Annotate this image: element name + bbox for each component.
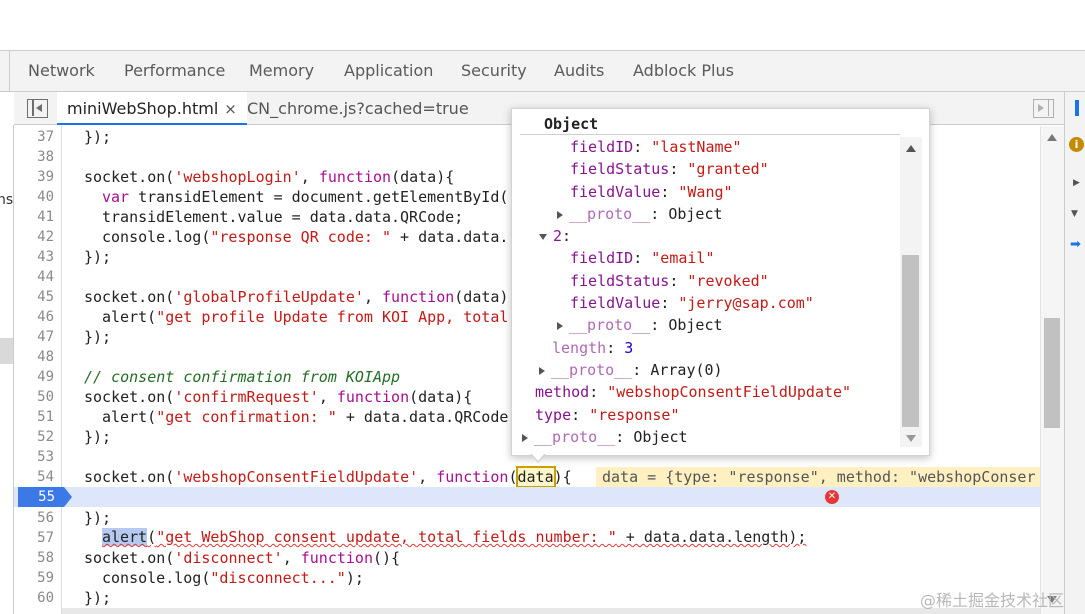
code-line: 58 socket.on('disconnect', function(){ xyxy=(37,549,401,567)
code-line: 57 xyxy=(37,530,54,546)
paused-code-line: 55 alert("get WebShop consent update, to… xyxy=(14,487,1040,546)
tab-memory[interactable]: Memory xyxy=(249,61,314,80)
error-icon[interactable]: ✕ xyxy=(825,490,839,504)
code-line: 54 socket.on('webshopConsentFieldUpdate',… xyxy=(14,466,1040,488)
code-line: 59 console.log("disconnect..."); xyxy=(37,569,364,587)
triangle-right-icon[interactable] xyxy=(522,433,528,442)
triangle-right-icon[interactable] xyxy=(557,210,563,219)
object-property-row[interactable]: fieldStatus: "revoked" xyxy=(570,270,769,292)
inline-value-preview[interactable]: data = {type: "response", method: "websh… xyxy=(596,467,1040,487)
code-line: 60}); xyxy=(37,589,112,607)
navigator-toggle-icon[interactable] xyxy=(27,99,48,118)
info-icon[interactable]: i xyxy=(1069,137,1084,152)
object-property-row[interactable]: fieldID: "email" xyxy=(570,247,715,269)
object-property-row[interactable]: method: "webshopConsentFieldUpdate" xyxy=(535,381,851,403)
scroll-down-icon[interactable] xyxy=(906,435,916,442)
file-tab-cn-chrome[interactable]: CN_chrome.js?cached=true xyxy=(247,92,469,125)
left-sidebar-selection xyxy=(0,338,13,364)
triangle-down-icon[interactable] xyxy=(539,233,547,240)
close-icon[interactable]: × xyxy=(224,93,237,126)
tab-performance[interactable]: Performance xyxy=(124,61,225,80)
editor-vertical-scrollbar[interactable] xyxy=(1040,126,1064,614)
panel-tabs-left-stub xyxy=(0,51,10,92)
tab-security[interactable]: Security xyxy=(461,61,527,80)
tab-network[interactable]: Network xyxy=(28,61,95,80)
object-property-row[interactable]: fieldValue: "Wang" xyxy=(570,181,733,203)
object-property-row[interactable]: __proto__: Array(0) xyxy=(539,359,723,381)
pause-indicator-icon[interactable] xyxy=(1075,100,1079,116)
current-frame-icon[interactable]: ➡ xyxy=(1070,237,1081,252)
watermark: @稀土掘金技术社区 xyxy=(920,591,1065,610)
debugger-side-strip: i ▶ ▼ ➡ xyxy=(1064,92,1085,614)
triangle-right-icon[interactable] xyxy=(557,321,563,330)
file-tab-label: miniWebShop.html xyxy=(67,99,219,118)
hovered-data-param[interactable]: data xyxy=(515,466,556,488)
popover-title: Object xyxy=(544,115,599,133)
popover-divider xyxy=(520,134,900,135)
object-property-row[interactable]: __proto__: Object xyxy=(557,203,723,225)
popover-scrollbar[interactable] xyxy=(900,137,922,447)
debugger-toggle-icon[interactable] xyxy=(1033,99,1054,118)
scrollbar-thumb[interactable] xyxy=(1044,318,1060,428)
code-line: 56}); xyxy=(37,509,112,527)
tab-application[interactable]: Application xyxy=(344,61,433,80)
devtools-panel-tabs: Network Performance Memory Application S… xyxy=(0,50,1085,92)
file-tab-miniwebshop[interactable]: miniWebShop.html × xyxy=(57,92,247,125)
object-property-row[interactable]: type: "response" xyxy=(535,404,680,426)
object-property-row[interactable]: fieldID: "lastName" xyxy=(570,136,742,158)
scroll-up-icon[interactable] xyxy=(1047,134,1057,141)
tab-audits[interactable]: Audits xyxy=(554,61,604,80)
object-property-row[interactable]: fieldStatus: "granted" xyxy=(570,158,769,180)
object-property-row[interactable]: length: 3 xyxy=(552,337,633,359)
popover-scrollbar-thumb[interactable] xyxy=(902,255,919,427)
triangle-right-icon[interactable] xyxy=(539,366,545,375)
expand-arrow-icon[interactable]: ▶ xyxy=(1073,178,1080,188)
window-top-area xyxy=(0,0,1085,50)
tab-adblock-plus[interactable]: Adblock Plus xyxy=(633,61,734,80)
object-property-row[interactable]: fieldValue: "jerry@sap.com" xyxy=(570,292,814,314)
collapse-arrow-icon[interactable]: ▼ xyxy=(1071,209,1078,219)
object-property-row[interactable]: 2: xyxy=(539,225,571,247)
object-property-row[interactable]: __proto__: Object xyxy=(522,426,688,448)
popover-pointer xyxy=(530,453,546,463)
breakpoint-marker[interactable]: 55 xyxy=(18,487,72,507)
scroll-up-icon[interactable] xyxy=(906,145,916,152)
editor-horizontal-scrollbar[interactable] xyxy=(62,608,1040,614)
object-preview-popover[interactable]: Object fieldID: "lastName" fieldStatus: … xyxy=(511,108,930,456)
object-property-row[interactable]: __proto__: Object xyxy=(557,314,723,336)
